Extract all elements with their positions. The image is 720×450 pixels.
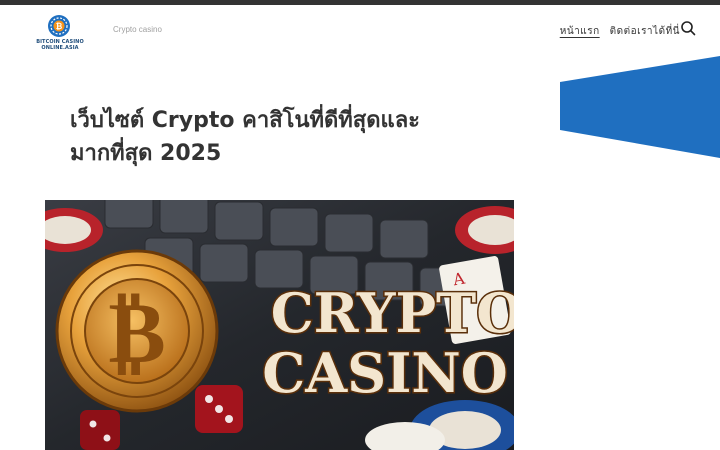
nav-item-contact[interactable]: ติดต่อเราได้ที่นี่: [610, 24, 680, 39]
nav-item-home[interactable]: หน้าแรก: [560, 24, 600, 39]
site-tagline: Crypto casino: [113, 25, 162, 34]
featured-image[interactable]: A ₿ CRYPTO CASINO: [45, 200, 514, 450]
svg-text:₿: ₿: [56, 22, 63, 31]
search-icon[interactable]: [680, 20, 696, 36]
site-logo[interactable]: ₿ BITCOIN CASINO ONLINE.ASIA: [24, 14, 96, 51]
post-title: เว็บไซต์ Crypto คาสิโนที่ดีที่สุดและมากท…: [70, 108, 420, 166]
svg-text:CRYPTO: CRYPTO: [271, 281, 514, 345]
svg-text:CASINO: CASINO: [262, 341, 508, 405]
bitcoin-logo-icon: ₿: [48, 15, 70, 37]
main-nav: หน้าแรก ติดต่อเราได้ที่นี่: [560, 24, 680, 39]
logo-text: BITCOIN CASINO ONLINE.ASIA: [36, 39, 84, 51]
svg-text:₿: ₿: [108, 282, 165, 383]
top-bar: [0, 0, 720, 5]
